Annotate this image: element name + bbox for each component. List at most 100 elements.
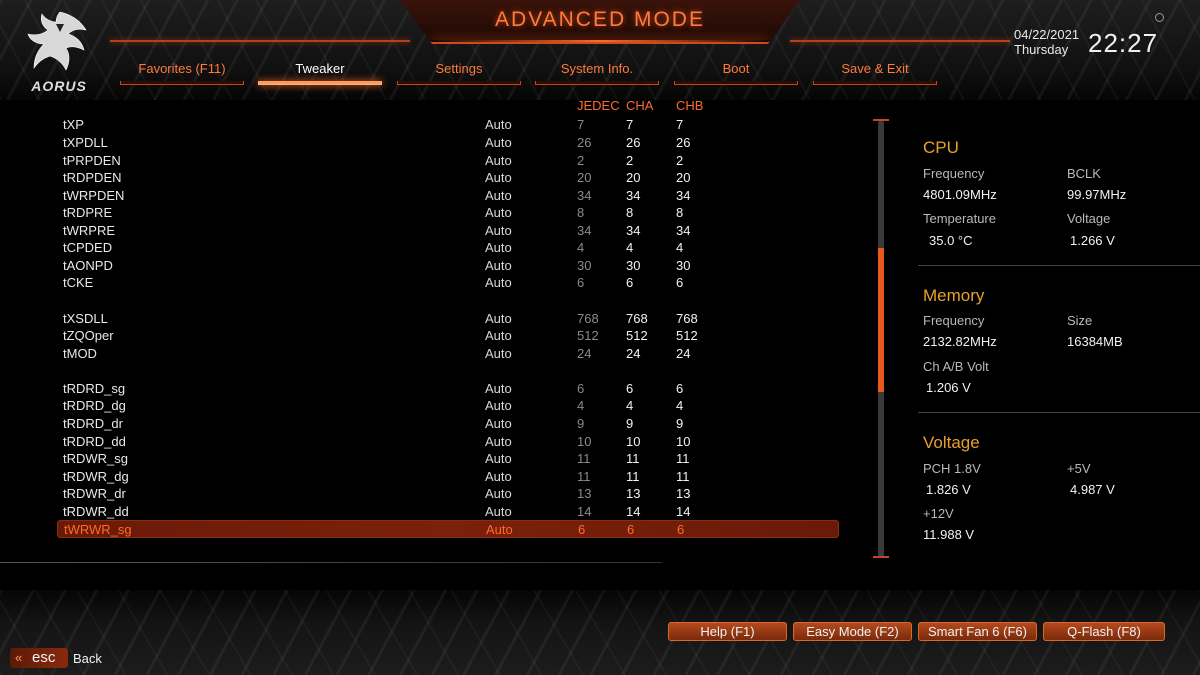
timing-row-trdpre[interactable]: tRDPRE Auto 8 8 8	[57, 204, 839, 221]
memory-frequency-label: Frequency	[923, 313, 985, 328]
timing-jedec: 6	[578, 522, 586, 537]
timing-value[interactable]: Auto	[485, 188, 512, 203]
timing-value[interactable]: Auto	[485, 153, 512, 168]
timing-name: tRDRD_dd	[63, 434, 126, 449]
timing-value[interactable]: Auto	[485, 311, 512, 326]
timing-name: tRDWR_sg	[63, 451, 129, 466]
timing-value[interactable]: Auto	[485, 223, 512, 238]
timing-row-tprpden[interactable]: tPRPDEN Auto 2 2 2	[57, 152, 839, 169]
timing-row-trdrd-sg[interactable]: tRDRD_sg Auto 6 6 6	[57, 380, 839, 397]
timing-row-trdwr-dg[interactable]: tRDWR_dg Auto 11 11 11	[57, 468, 839, 485]
easy-mode-button[interactable]: Easy Mode (F2)	[793, 622, 912, 641]
esc-back-button[interactable]: « esc	[10, 648, 68, 668]
timing-value[interactable]: Auto	[485, 469, 512, 484]
timing-value[interactable]: Auto	[485, 205, 512, 220]
timing-name: tWRWR_sg	[64, 522, 132, 537]
timing-jedec: 6	[577, 275, 585, 290]
timing-cha: 512	[626, 328, 648, 343]
timing-name: tPRPDEN	[63, 153, 121, 168]
memory-volt-label: Ch A/B Volt	[923, 359, 989, 374]
timing-row-tcpded[interactable]: tCPDED Auto 4 4 4	[57, 239, 839, 256]
timing-jedec: 30	[577, 258, 592, 273]
timing-value[interactable]: Auto	[485, 486, 512, 501]
timing-chb: 10	[676, 434, 691, 449]
qflash-button[interactable]: Q-Flash (F8)	[1043, 622, 1165, 641]
weekday-text: Thursday	[1014, 42, 1069, 57]
timing-row-twrpre[interactable]: tWRPRE Auto 34 34 34	[57, 222, 839, 239]
timing-name: tRDPDEN	[63, 170, 122, 185]
timing-row-trdrd-dg[interactable]: tRDRD_dg Auto 4 4 4	[57, 397, 839, 414]
voltage-heading: Voltage	[923, 433, 980, 452]
timing-jedec: 2	[577, 153, 585, 168]
timing-row-txpdll[interactable]: tXPDLL Auto 26 26 26	[57, 134, 839, 151]
timing-name: tXP	[63, 117, 84, 132]
timing-cha: 34	[626, 188, 641, 203]
scrollbar-thumb[interactable]	[878, 248, 884, 392]
timing-row-trdpden[interactable]: tRDPDEN Auto 20 20 20	[57, 169, 839, 186]
timing-cha: 20	[626, 170, 641, 185]
timing-value[interactable]: Auto	[485, 398, 512, 413]
timing-row-trdwr-dr[interactable]: tRDWR_dr Auto 13 13 13	[57, 485, 839, 502]
timing-value[interactable]: Auto	[485, 451, 512, 466]
tab-system-info[interactable]: System Info.	[535, 61, 659, 85]
timing-jedec: 34	[577, 223, 592, 238]
timing-name: tAONPD	[63, 258, 113, 273]
timing-row-txp[interactable]: tXP Auto 7 7 7	[57, 116, 839, 133]
cpu-bclk-label: BCLK	[1067, 166, 1101, 181]
timing-jedec: 7	[577, 117, 585, 132]
cpu-temperature-value: 35.0 °C	[929, 233, 973, 248]
timing-chb: 6	[676, 381, 684, 396]
cpu-temperature-label: Temperature	[923, 211, 996, 226]
timing-jedec: 34	[577, 188, 592, 203]
timing-value[interactable]: Auto	[486, 522, 513, 537]
timing-row-trdwr-dd[interactable]: tRDWR_dd Auto 14 14 14	[57, 503, 839, 520]
timing-row-txsdll[interactable]: tXSDLL Auto 768 768 768	[57, 310, 839, 327]
tab-settings[interactable]: Settings	[397, 61, 521, 85]
timing-jedec: 4	[577, 240, 585, 255]
timing-cha: 30	[626, 258, 641, 273]
tab-boot[interactable]: Boot	[674, 61, 798, 85]
timing-chb: 6	[676, 275, 684, 290]
timing-value[interactable]: Auto	[485, 240, 512, 255]
timing-value[interactable]: Auto	[485, 275, 512, 290]
timing-row-twrpden[interactable]: tWRPDEN Auto 34 34 34	[57, 187, 839, 204]
timing-jedec: 20	[577, 170, 592, 185]
timing-cha: 10	[626, 434, 641, 449]
timing-value[interactable]: Auto	[485, 434, 512, 449]
12v-label: +12V	[923, 506, 954, 521]
timing-value[interactable]: Auto	[485, 117, 512, 132]
esc-key-label: esc	[32, 649, 56, 666]
back-label[interactable]: Back	[73, 651, 102, 666]
timing-chb: 24	[676, 346, 691, 361]
timing-chb: 9	[676, 416, 684, 431]
timing-chb: 26	[676, 135, 691, 150]
timing-row-twrwr-sg-selected[interactable]: tWRWR_sg Auto 6 6 6	[57, 520, 839, 538]
timing-row-tmod[interactable]: tMOD Auto 24 24 24	[57, 345, 839, 362]
smart-fan-button[interactable]: Smart Fan 6 (F6)	[918, 622, 1037, 641]
help-button[interactable]: Help (F1)	[668, 622, 787, 641]
timing-value[interactable]: Auto	[485, 504, 512, 519]
tab-favorites[interactable]: Favorites (F11)	[120, 61, 244, 85]
cpu-voltage-value: 1.266 V	[1070, 233, 1115, 248]
5v-label: +5V	[1067, 461, 1091, 476]
timing-row-trdwr-sg[interactable]: tRDWR_sg Auto 11 11 11	[57, 450, 839, 467]
timing-value[interactable]: Auto	[485, 258, 512, 273]
panel-divider	[918, 265, 1200, 266]
timing-value[interactable]: Auto	[485, 346, 512, 361]
timing-value[interactable]: Auto	[485, 381, 512, 396]
timing-row-taonpd[interactable]: tAONPD Auto 30 30 30	[57, 257, 839, 274]
timing-value[interactable]: Auto	[485, 170, 512, 185]
tab-tweaker[interactable]: Tweaker	[258, 61, 382, 85]
timing-value[interactable]: Auto	[485, 135, 512, 150]
settings-icon[interactable]	[1155, 13, 1164, 22]
timing-row-trdrd-dd[interactable]: tRDRD_dd Auto 10 10 10	[57, 433, 839, 450]
cpu-frequency-label: Frequency	[923, 166, 985, 181]
timing-value[interactable]: Auto	[485, 416, 512, 431]
timing-chb: 768	[676, 311, 698, 326]
timing-row-trdrd-dr[interactable]: tRDRD_dr Auto 9 9 9	[57, 415, 839, 432]
timing-value[interactable]: Auto	[485, 328, 512, 343]
timing-cha: 6	[626, 275, 634, 290]
timing-row-tcke[interactable]: tCKE Auto 6 6 6	[57, 274, 839, 291]
tab-save-exit[interactable]: Save & Exit	[813, 61, 937, 85]
timing-row-tzqoper[interactable]: tZQOper Auto 512 512 512	[57, 327, 839, 344]
